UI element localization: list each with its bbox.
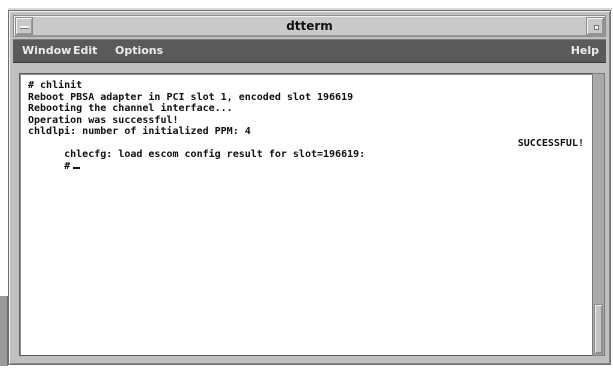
terminal-line: chldlpi: number of initialized PPM: 4 xyxy=(28,126,251,137)
terminal-line: Reboot PBSA adapter in PCI slot 1, encod… xyxy=(28,91,354,103)
menu-bar: Window Edit Options Help xyxy=(13,39,606,63)
status-successful: SUCCESSFUL! xyxy=(517,137,584,149)
terminal-output[interactable]: # chlinit Reboot PBSA adapter in PCI slo… xyxy=(19,73,595,356)
vertical-scrollbar[interactable] xyxy=(592,73,605,356)
window-title: dtterm xyxy=(286,19,333,33)
menu-window[interactable]: Window xyxy=(22,40,71,62)
terminal-line: Rebooting the channel interface... xyxy=(28,103,233,114)
menu-edit[interactable]: Edit xyxy=(73,40,97,62)
background-window-edge xyxy=(0,296,8,366)
terminal-line: Operation was successful! xyxy=(28,114,179,126)
window-menu-icon xyxy=(20,26,29,29)
minimize-button[interactable] xyxy=(586,17,604,35)
terminal-window: dtterm Window Edit Options Help # chlini… xyxy=(8,10,611,365)
text-cursor xyxy=(73,166,81,169)
prompt-symbol: # xyxy=(64,160,71,172)
menu-help[interactable]: Help xyxy=(571,40,599,62)
window-menu-button[interactable] xyxy=(15,17,33,35)
menu-options[interactable]: Options xyxy=(115,40,163,62)
terminal-line-with-status: chlecfg: load escom config result for sl… xyxy=(28,137,586,161)
minimize-icon xyxy=(594,25,599,30)
title-bar[interactable]: dtterm xyxy=(13,15,606,37)
terminal-prompt-line: # xyxy=(28,149,586,172)
scrollbar-thumb[interactable] xyxy=(594,304,603,354)
terminal-line: # chlinit xyxy=(28,80,83,91)
